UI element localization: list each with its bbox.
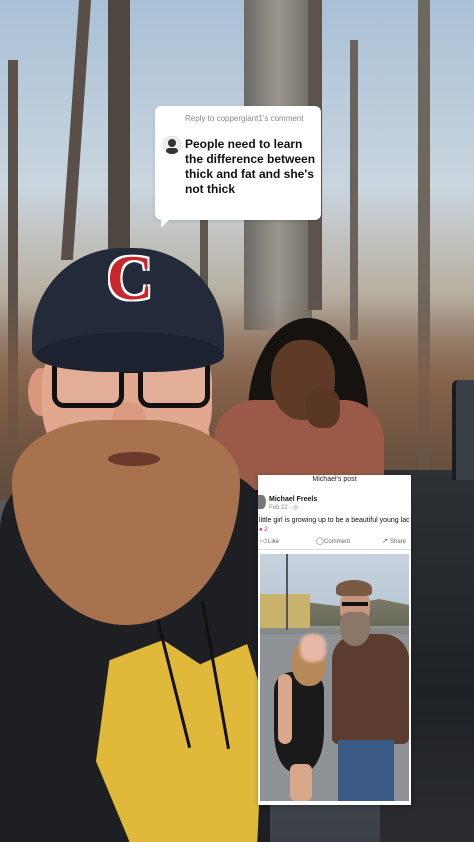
globe-icon: ◎ bbox=[293, 505, 299, 511]
tree-trunk bbox=[350, 40, 358, 340]
post-date-text: Feb 22 · bbox=[269, 505, 294, 511]
post-text: little girl is growing up to be a beauti… bbox=[259, 517, 409, 524]
facebook-post-screenshot: Michael's post Michael Freels Feb 22 · ◎… bbox=[258, 475, 411, 805]
author-avatar bbox=[258, 495, 266, 509]
photo-man-cap bbox=[336, 580, 372, 596]
commenter-avatar-icon bbox=[163, 136, 181, 154]
photo-man-jacket bbox=[332, 634, 409, 744]
like-button: 👍︎Like bbox=[260, 537, 279, 547]
post-date: Feb 22 · ◎ bbox=[269, 505, 298, 512]
like-label: Like bbox=[268, 539, 280, 545]
reaction-count: 2 bbox=[264, 527, 268, 533]
post-photo bbox=[260, 554, 409, 801]
tree-trunk bbox=[108, 0, 130, 250]
photo-man-jeans bbox=[338, 740, 394, 801]
woman-hand bbox=[306, 388, 340, 428]
photo-building bbox=[260, 594, 310, 628]
cap-brim bbox=[36, 332, 224, 372]
truck-window bbox=[452, 380, 474, 480]
photo-girl-arm bbox=[278, 674, 292, 744]
man-mouth bbox=[108, 452, 160, 466]
photo-man-beard bbox=[340, 612, 370, 646]
share-icon: ↗ bbox=[382, 538, 388, 545]
reply-header: Reply to coppergiant1's comment bbox=[185, 114, 304, 123]
share-label: Share bbox=[390, 539, 407, 545]
share-button: ↗ Share bbox=[382, 537, 406, 547]
photo-pole bbox=[286, 554, 288, 630]
comment-label: Comment bbox=[324, 539, 351, 545]
post-author: Michael Freels bbox=[269, 496, 318, 503]
hoodie-print bbox=[96, 640, 264, 842]
photo-girl-blurred-face bbox=[300, 634, 326, 662]
cap-logo: C bbox=[106, 242, 154, 313]
comment-icon: ◯ bbox=[316, 538, 324, 545]
photo-girl-legs bbox=[290, 764, 312, 801]
post-divider bbox=[258, 549, 411, 550]
thumbs-up-icon: 👍︎ bbox=[260, 538, 268, 545]
comment-button: ◯Comment bbox=[316, 537, 350, 547]
reply-comment-bubble[interactable]: Reply to coppergiant1's comment People n… bbox=[155, 106, 321, 228]
post-reactions: ● 2 bbox=[259, 527, 268, 534]
heart-icon: ● bbox=[259, 527, 263, 533]
reply-comment-text: People need to learn the difference betw… bbox=[185, 137, 316, 196]
post-title: Michael's post bbox=[312, 476, 357, 483]
photo-man-glasses bbox=[342, 602, 368, 606]
